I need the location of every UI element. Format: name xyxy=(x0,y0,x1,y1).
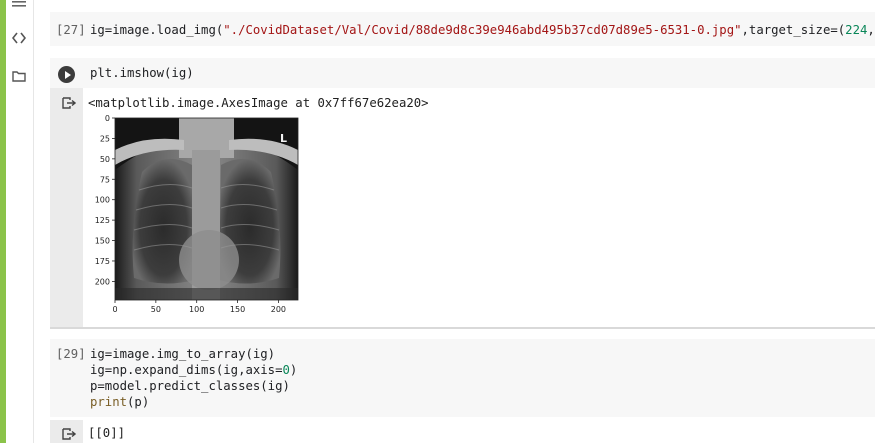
number-literal: 224 xyxy=(845,23,868,37)
x-tick-label: 100 xyxy=(189,305,204,314)
string-literal: "./CovidDataset/Val/Covid/88de9d8c39e946… xyxy=(223,23,742,37)
image-marker-label: L xyxy=(280,132,287,145)
folder-icon[interactable] xyxy=(10,68,28,84)
y-tick-label: 150 xyxy=(95,237,110,246)
y-tick-label: 125 xyxy=(95,216,110,225)
code-brackets-icon[interactable] xyxy=(10,30,28,46)
menu-icon[interactable] xyxy=(10,0,28,10)
x-tick-label: 0 xyxy=(112,305,117,314)
code-line[interactable]: ig=image.img_to_array(ig) xyxy=(90,347,275,363)
y-axis: 0 25 50 75 100 125 150 175 200 xyxy=(95,114,115,286)
output-redirect-icon[interactable] xyxy=(62,428,76,440)
run-cell-button[interactable] xyxy=(58,66,75,83)
y-tick-label: 25 xyxy=(100,134,110,143)
y-tick-label: 175 xyxy=(95,257,110,266)
y-tick-label: 75 xyxy=(100,175,110,184)
imshow-plot: L 0 25 50 75 100 125 150 175 200 0 50 100 150 200 xyxy=(95,114,299,314)
code-text: ig=np.expand_dims(ig,axis= xyxy=(90,363,283,377)
code-cell-27[interactable]: [27] ig=image.load_img("./CovidDataset/V… xyxy=(50,12,875,46)
execution-count: [29] xyxy=(56,347,86,361)
x-tick-label: 150 xyxy=(230,305,245,314)
output-text: [[0]] xyxy=(88,426,126,440)
code-line[interactable]: plt.imshow(ig) xyxy=(90,66,194,82)
y-tick-label: 0 xyxy=(105,114,110,123)
execution-count: [27] xyxy=(56,23,86,37)
code-text: , xyxy=(867,23,875,37)
function-name: print xyxy=(90,395,128,409)
code-line[interactable]: p=model.predict_classes(ig) xyxy=(90,379,290,395)
xray-image: L xyxy=(115,118,298,300)
code-text: ig=image.load_img( xyxy=(90,23,224,37)
code-text: (p) xyxy=(127,395,150,409)
code-line[interactable]: ig=image.load_img("./CovidDataset/Val/Co… xyxy=(90,23,875,39)
output-gutter xyxy=(50,88,83,328)
y-tick-label: 50 xyxy=(100,155,110,164)
code-text: ) xyxy=(289,363,298,377)
x-axis: 0 50 100 150 200 xyxy=(112,300,286,314)
output-redirect-icon[interactable] xyxy=(62,97,76,109)
cell-divider xyxy=(50,327,875,329)
x-tick-label: 200 xyxy=(271,305,286,314)
code-text: ,target_size=( xyxy=(741,23,846,37)
code-cell-29[interactable]: [29] ig=image.img_to_array(ig) ig=np.exp… xyxy=(50,339,875,417)
left-sidebar xyxy=(6,0,34,443)
code-line[interactable]: ig=np.expand_dims(ig,axis=0) xyxy=(90,363,297,379)
y-tick-label: 100 xyxy=(95,196,110,205)
y-tick-label: 200 xyxy=(95,277,110,286)
code-cell-imshow[interactable]: plt.imshow(ig) xyxy=(50,58,875,88)
x-tick-label: 50 xyxy=(151,305,161,314)
output-text: <matplotlib.image.AxesImage at 0x7ff67e6… xyxy=(88,96,429,110)
code-line[interactable]: print(p) xyxy=(90,395,149,411)
number-literal: 0 xyxy=(282,363,290,377)
